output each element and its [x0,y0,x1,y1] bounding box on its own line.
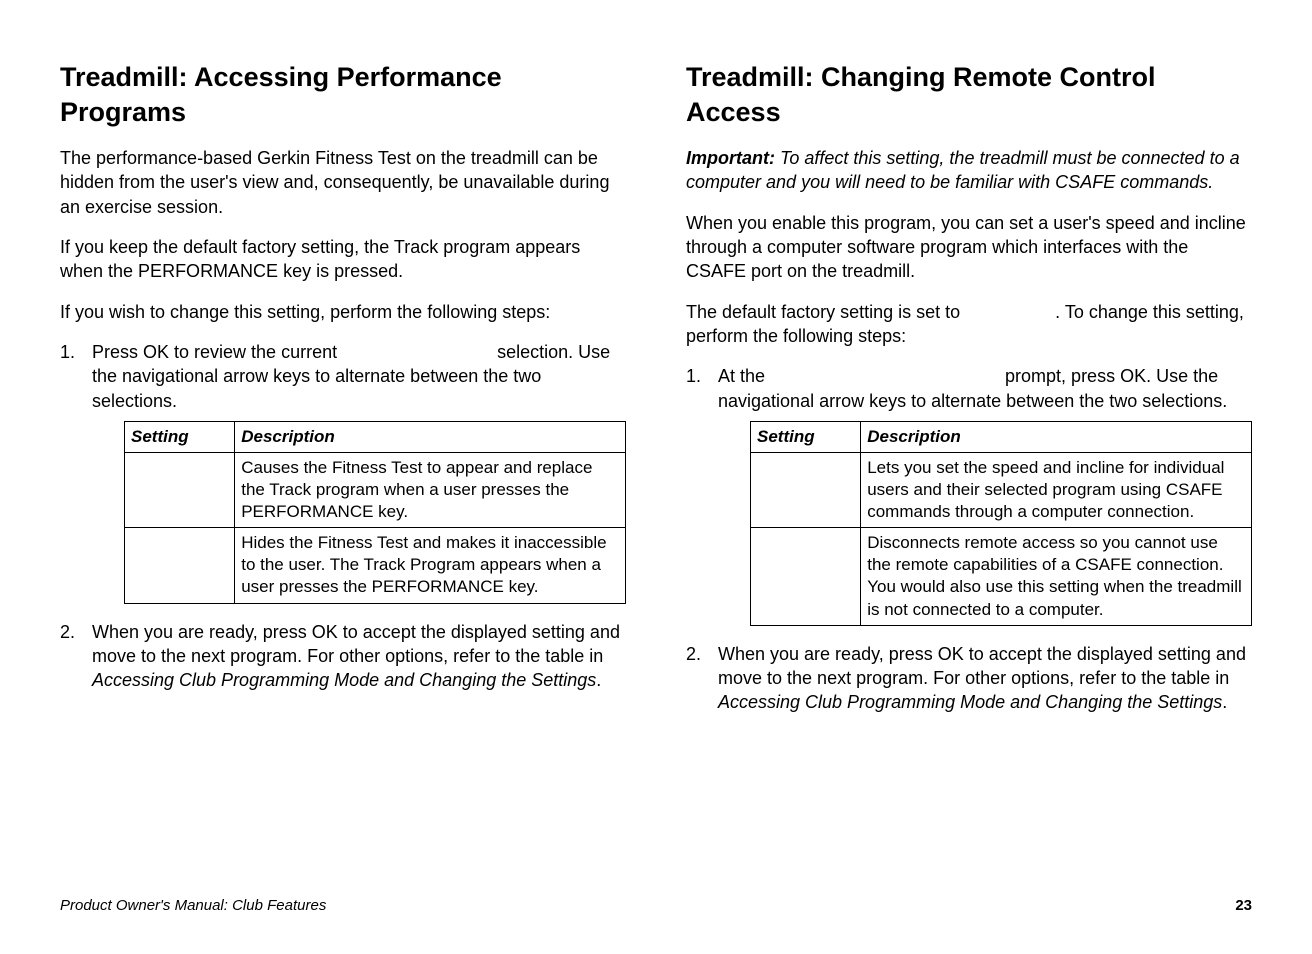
table-header-setting: Setting [751,421,861,452]
table-cell-description: Lets you set the speed and incline for i… [861,452,1252,527]
table-header-description: Description [235,421,626,452]
right-column: Treadmill: Changing Remote Control Acces… [686,60,1252,880]
right-step-1: At the prompt, press OK. Use the navigat… [686,364,1252,625]
left-step-2-text-a: When you are ready, press OK to accept t… [92,622,620,666]
table-header-description: Description [861,421,1252,452]
right-step-2-text-c: . [1222,692,1227,712]
left-heading: Treadmill: Accessing Performance Program… [60,60,626,130]
right-step-2-ref: Accessing Club Programming Mode and Chan… [718,692,1222,712]
table-cell-setting [751,528,861,625]
left-steps-list: Press OK to review the current selection… [60,340,626,692]
right-para-2: The default factory setting is set to . … [686,300,1252,349]
page-number: 23 [1235,897,1252,914]
table-header-setting: Setting [125,421,235,452]
right-steps-list: At the prompt, press OK. Use the navigat… [686,364,1252,714]
table-header-row: Setting Description [125,421,626,452]
table-row: Disconnects remote access so you cannot … [751,528,1252,625]
left-settings-table: Setting Description Causes the Fitness T… [124,421,626,604]
table-row: Hides the Fitness Test and makes it inac… [125,528,626,603]
right-important-note: Important: To affect this setting, the t… [686,146,1252,195]
table-cell-setting [125,528,235,603]
important-label: Important: [686,148,775,168]
right-step-1-text-b: prompt, press OK. Use the navigational a… [718,366,1227,410]
left-step-1-text-a: Press OK to review the current [92,342,342,362]
table-header-row: Setting Description [751,421,1252,452]
right-step-2-text-a: When you are ready, press OK to accept t… [718,644,1246,688]
left-step-2: When you are ready, press OK to accept t… [60,620,626,693]
right-settings-table: Setting Description Lets you set the spe… [750,421,1252,626]
table-cell-setting [125,452,235,527]
right-heading: Treadmill: Changing Remote Control Acces… [686,60,1252,130]
left-para-2: If you keep the default factory setting,… [60,235,626,284]
page-columns: Treadmill: Accessing Performance Program… [60,60,1252,880]
table-row: Causes the Fitness Test to appear and re… [125,452,626,527]
table-row: Lets you set the speed and incline for i… [751,452,1252,527]
left-step-2-ref: Accessing Club Programming Mode and Chan… [92,670,596,690]
right-step-1-text-a: At the [718,366,770,386]
footer-title: Product Owner's Manual: Club Features [60,897,326,914]
page-footer: Product Owner's Manual: Club Features 23 [60,897,1252,914]
left-step-1: Press OK to review the current selection… [60,340,626,604]
table-cell-description: Disconnects remote access so you cannot … [861,528,1252,625]
right-step-2: When you are ready, press OK to accept t… [686,642,1252,715]
table-cell-setting [751,452,861,527]
left-para-3: If you wish to change this setting, perf… [60,300,626,324]
right-para-1: When you enable this program, you can se… [686,211,1252,284]
right-para-2a: The default factory setting is set to [686,302,965,322]
left-para-1: The performance-based Gerkin Fitness Tes… [60,146,626,219]
table-cell-description: Causes the Fitness Test to appear and re… [235,452,626,527]
left-column: Treadmill: Accessing Performance Program… [60,60,626,880]
table-cell-description: Hides the Fitness Test and makes it inac… [235,528,626,603]
left-step-2-text-c: . [596,670,601,690]
